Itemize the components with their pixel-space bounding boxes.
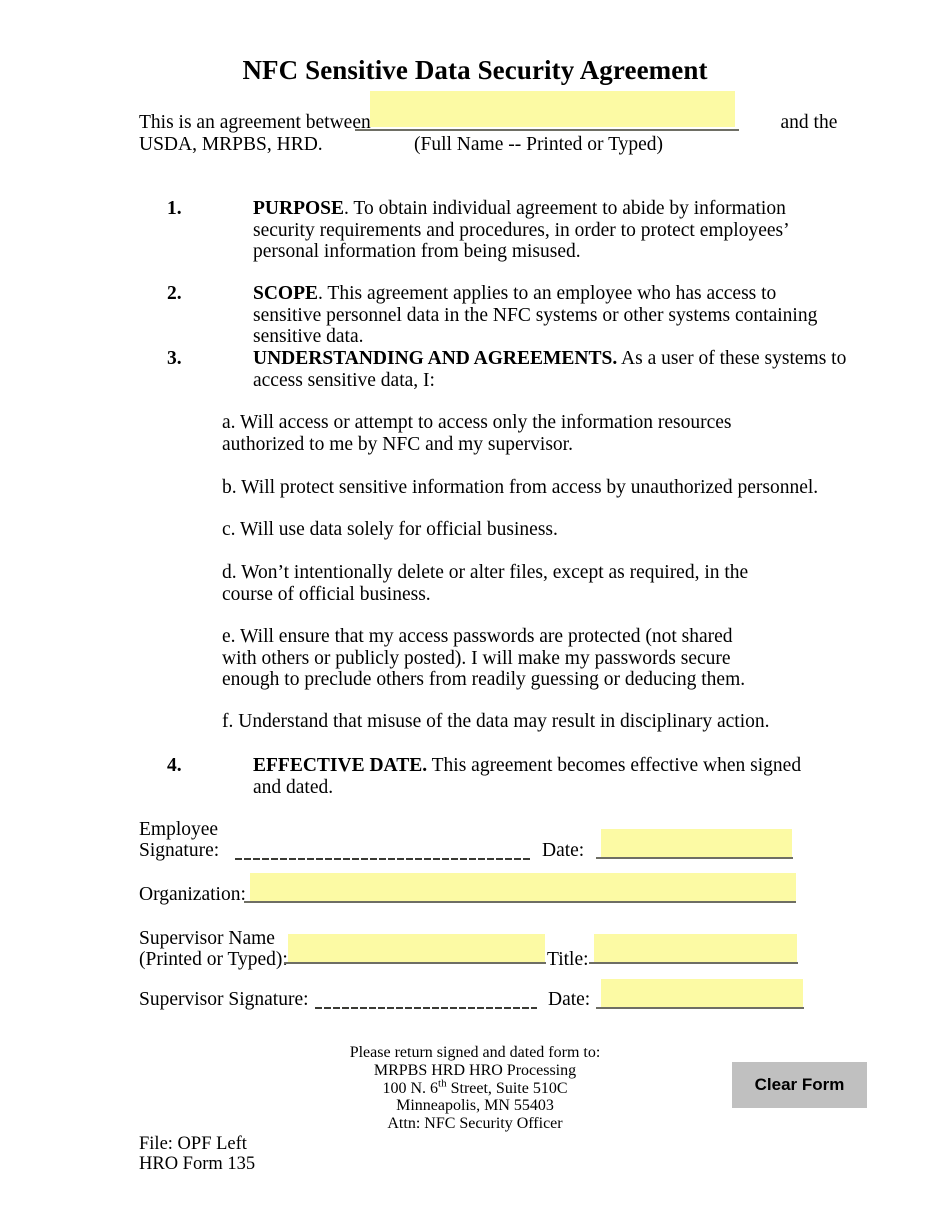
- return-street-ordinal-suffix: th: [438, 1077, 447, 1090]
- section-2: 2. SCOPE. This agreement applies to an e…: [167, 283, 847, 348]
- supervisor-name-underline: [284, 962, 546, 964]
- organization-input[interactable]: [250, 873, 796, 901]
- employee-signature-line: [235, 858, 532, 860]
- section-4: 4. EFFECTIVE DATE. This agreement become…: [167, 755, 847, 798]
- subitem-c-text: Will use data solely for official busine…: [235, 519, 558, 540]
- page-title: NFC Sensitive Data Security Agreement: [242, 55, 708, 85]
- organization-underline: [244, 901, 796, 903]
- document-page: NFC Sensitive Data Security Agreement Th…: [0, 0, 950, 1230]
- employee-signature-label: Signature:: [139, 840, 220, 861]
- supervisor-signature-label: Supervisor Signature:: [139, 989, 309, 1010]
- subitem-a: a. Will access or attempt to access only…: [222, 412, 812, 455]
- section-2-body: SCOPE. This agreement applies to an empl…: [253, 283, 847, 348]
- subitem-c-letter: c.: [222, 519, 236, 540]
- intro-agency-text: USDA, MRPBS, HRD.: [139, 134, 323, 155]
- subitem-b-text: Will protect sensitive information from …: [236, 477, 819, 498]
- supervisor-date-input[interactable]: [601, 979, 803, 1007]
- section-1-heading: PURPOSE: [253, 198, 345, 219]
- full-name-field-caption: (Full Name -- Printed or Typed): [414, 134, 664, 155]
- supervisor-date-underline: [596, 1007, 804, 1009]
- supervisor-signature-line: [315, 1007, 537, 1009]
- section-1-number: 1.: [167, 198, 182, 219]
- organization-label: Organization:: [139, 884, 246, 905]
- subitem-e: e. Will ensure that my access passwords …: [222, 626, 770, 691]
- full-name-input[interactable]: [370, 91, 735, 127]
- subitem-d-letter: d.: [222, 562, 237, 583]
- section-4-heading: EFFECTIVE DATE.: [253, 755, 428, 776]
- subitem-a-letter: a.: [222, 412, 236, 433]
- section-3-heading: UNDERSTANDING AND AGREEMENTS.: [253, 348, 618, 369]
- return-attention: Attn: NFC Security Officer: [387, 1115, 563, 1133]
- subitem-f-text: Understand that misuse of the data may r…: [233, 711, 770, 732]
- intro-line-2: USDA, MRPBS, HRD. (Full Name -- Printed …: [139, 134, 819, 156]
- section-4-body: EFFECTIVE DATE. This agreement becomes e…: [253, 755, 833, 798]
- subitem-e-letter: e.: [222, 626, 236, 647]
- clear-form-button[interactable]: Clear Form: [732, 1062, 867, 1108]
- section-2-number: 2.: [167, 283, 182, 304]
- intro-text-after: and the: [775, 112, 838, 133]
- subitem-a-text: Will access or attempt to access only th…: [222, 412, 732, 455]
- title-input[interactable]: [594, 934, 797, 962]
- section-2-text: This agreement applies to an employee wh…: [253, 283, 818, 347]
- section-2-heading: SCOPE: [253, 283, 319, 304]
- subitem-b-letter: b.: [222, 477, 237, 498]
- return-instruction: Please return signed and dated form to:: [349, 1044, 601, 1061]
- employee-date-underline: [596, 857, 793, 859]
- file-note-line2: HRO Form 135: [139, 1154, 256, 1174]
- subitem-d: d. Won’t intentionally delete or alter f…: [222, 562, 802, 605]
- subitem-c: c. Will use data solely for official bus…: [222, 519, 822, 541]
- return-street-post: Street, Suite 510C: [446, 1079, 568, 1097]
- employee-date-label: Date:: [542, 840, 585, 861]
- intro-text-before: This is an agreement between: [139, 112, 376, 133]
- employee-date-input[interactable]: [601, 829, 792, 857]
- subitem-f-letter: f.: [222, 711, 234, 732]
- section-1-body: PURPOSE. To obtain individual agreement …: [253, 198, 847, 263]
- section-4-number: 4.: [167, 755, 182, 776]
- section-1: 1. PURPOSE. To obtain individual agreeme…: [167, 198, 847, 263]
- section-3: 3. UNDERSTANDING AND AGREEMENTS. As a us…: [167, 348, 857, 391]
- subitem-f: f. Understand that misuse of the data ma…: [222, 711, 822, 733]
- file-note-line1: File: OPF Left: [139, 1134, 247, 1154]
- full-name-underline: [355, 129, 739, 131]
- subitem-d-text: Won’t intentionally delete or alter file…: [222, 562, 749, 605]
- supervisor-name-label-line2: (Printed or Typed):: [139, 949, 288, 970]
- file-note: File: OPF Left HRO Form 135: [139, 1134, 255, 1174]
- employee-label-line1: Employee: [139, 819, 219, 840]
- section-3-body: UNDERSTANDING AND AGREEMENTS. As a user …: [253, 348, 853, 391]
- return-street-pre: 100 N. 6: [382, 1079, 439, 1097]
- subitem-b: b. Will protect sensitive information fr…: [222, 477, 822, 499]
- title-label: Title:: [547, 949, 589, 970]
- subitem-e-text: Will ensure that my access passwords are…: [222, 626, 746, 690]
- section-3-number: 3.: [167, 348, 182, 369]
- supervisor-date-label: Date:: [548, 989, 591, 1010]
- supervisor-name-label-line1: Supervisor Name: [139, 928, 275, 949]
- title-underline: [589, 962, 798, 964]
- supervisor-name-input[interactable]: [288, 934, 545, 962]
